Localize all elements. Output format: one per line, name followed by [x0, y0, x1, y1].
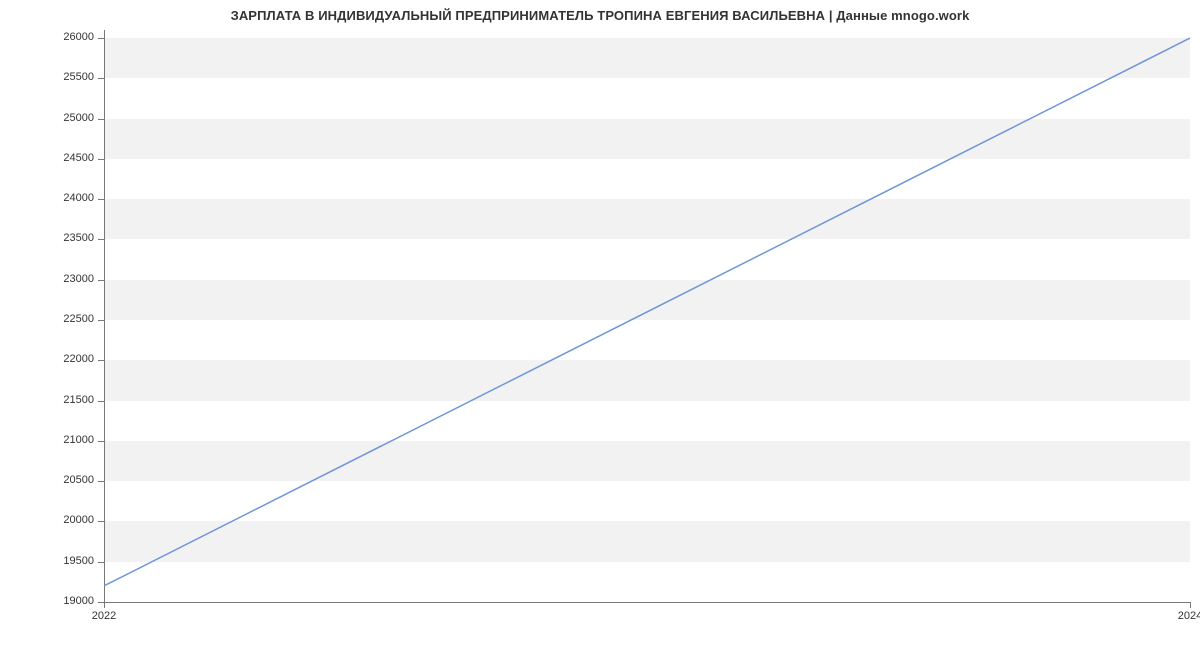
y-tick-label: 20000 [44, 514, 94, 526]
chart-title: ЗАРПЛАТА В ИНДИВИДУАЛЬНЫЙ ПРЕДПРИНИМАТЕЛ… [0, 8, 1200, 23]
y-tick-label: 19000 [44, 595, 94, 607]
y-tick-label: 23500 [44, 232, 94, 244]
x-axis-line [104, 602, 1190, 603]
y-tick-label: 19500 [44, 555, 94, 567]
x-tick-label: 2024 [1160, 610, 1200, 622]
x-tick-label: 2022 [74, 610, 134, 622]
y-tick-label: 21500 [44, 394, 94, 406]
y-tick-label: 23000 [44, 273, 94, 285]
y-tick-label: 24500 [44, 152, 94, 164]
series-line [104, 38, 1190, 586]
y-tick-label: 24000 [44, 192, 94, 204]
x-tick [104, 602, 105, 608]
y-tick-label: 25500 [44, 71, 94, 83]
line-series [104, 30, 1190, 602]
y-tick-label: 25000 [44, 112, 94, 124]
x-tick [1190, 602, 1191, 608]
y-tick-label: 22000 [44, 353, 94, 365]
y-tick-label: 21000 [44, 434, 94, 446]
y-tick-label: 20500 [44, 474, 94, 486]
y-tick-label: 26000 [44, 31, 94, 43]
chart-container: ЗАРПЛАТА В ИНДИВИДУАЛЬНЫЙ ПРЕДПРИНИМАТЕЛ… [0, 0, 1200, 650]
y-tick-label: 22500 [44, 313, 94, 325]
plot-area [104, 30, 1190, 602]
